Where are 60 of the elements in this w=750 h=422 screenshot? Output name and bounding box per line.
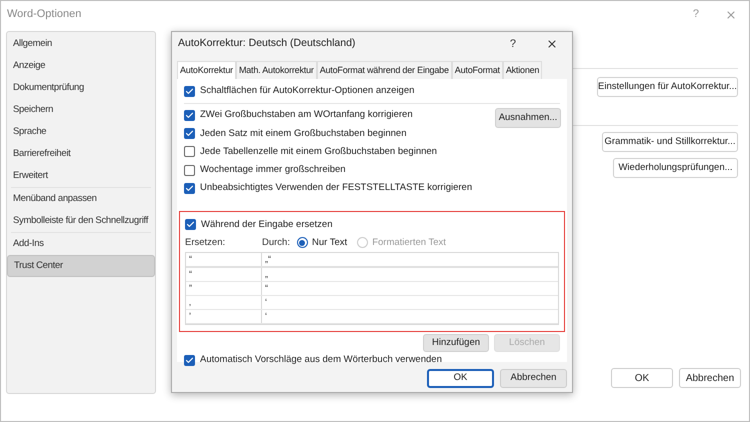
dialog-button[interactable]: Wiederholungsprüfungen... (613, 158, 738, 178)
table-cell: “ (186, 268, 262, 281)
sidebar-item[interactable]: Allgemein (7, 33, 155, 55)
tab[interactable]: Aktionen (502, 61, 542, 79)
sidebar-item[interactable]: Erweitert (7, 165, 155, 187)
radio-label: Nur Text (312, 236, 348, 250)
checkbox[interactable] (184, 182, 195, 194)
sidebar-item[interactable]: Symbolleiste für den Schnellzugriff (7, 210, 155, 232)
dialog-button[interactable]: OK (427, 369, 494, 388)
sidebar-item[interactable]: Menüband anpassen (7, 188, 155, 210)
checkbox[interactable] (184, 128, 195, 140)
checkbox-label: Jeden Satz mit einem Großbuchstaben beginnen (200, 126, 406, 140)
table-cell-text: “ (264, 282, 269, 295)
table-cell: ‚ (186, 296, 262, 309)
radio-label: Formatierten Text (372, 236, 446, 250)
replace-label: Ersetzen: (185, 236, 226, 250)
help-button[interactable]: ? (510, 36, 516, 52)
dialog-button[interactable]: Einstellungen für AutoKorrektur... (597, 77, 738, 97)
checkbox-label: Jede Tabellenzelle mit einem Großbuchstaben beginnen (200, 144, 437, 159)
checkbox-label: Automatisch Vorschläge aus dem Wörterbuch verwenden (200, 353, 442, 367)
tab[interactable]: AutoKorrektur (177, 61, 236, 79)
sidebar-item[interactable]: Dokumentprüfung (7, 77, 155, 99)
replace-input[interactable]: “ (186, 253, 262, 266)
dialog-title: AutoKorrektur: Deutsch (Deutschland) (178, 36, 356, 52)
checkbox-label: Unbeabsichtigtes Verwenden der FESTSTELLTASTE korrigieren (200, 181, 472, 196)
sidebar-item[interactable]: Sprache (7, 121, 155, 143)
footer-button[interactable]: OK (611, 368, 673, 388)
dialog-button[interactable]: Grammatik- und Stillkorrektur... (602, 132, 738, 152)
table-cell-text: „ (264, 268, 269, 281)
sidebar-item[interactable]: Barrierefreiheit (7, 143, 155, 165)
window-title: Word-Optionen (7, 7, 82, 22)
checkbox[interactable] (184, 164, 195, 176)
table-cell: ” (186, 282, 262, 295)
checkbox[interactable] (184, 146, 195, 158)
sidebar-item[interactable]: Trust Center (7, 255, 155, 277)
sidebar-item[interactable]: Speichern (7, 99, 155, 121)
close-icon[interactable] (546, 38, 558, 50)
checkbox-label: ZWei Großbuchstaben am WOrtanfang korrigieren (200, 108, 413, 122)
table-cell-text: ‘ (264, 310, 268, 323)
checkbox[interactable] (184, 110, 195, 121)
footer-button[interactable]: Abbrechen (679, 368, 741, 388)
checkbox[interactable] (185, 219, 196, 230)
checkbox[interactable] (184, 354, 195, 366)
checkbox[interactable] (184, 86, 195, 97)
tab[interactable]: AutoFormat (452, 61, 503, 79)
sidebar-item[interactable]: Anzeige (7, 55, 155, 77)
dialog-button[interactable]: Ausnahmen... (495, 108, 561, 128)
dialog-button[interactable]: Hinzufügen (423, 334, 489, 352)
with-label: Durch: (262, 236, 290, 250)
with-input[interactable]: „“ (262, 253, 558, 266)
sidebar-item[interactable]: Add-Ins (7, 233, 155, 255)
checkbox-label: Während der Eingabe ersetzen (201, 218, 332, 232)
checkbox-label: Wochentage immer großschreiben (200, 163, 346, 177)
tab[interactable]: AutoFormat während der Eingabe (316, 61, 452, 79)
checkbox-label: Schaltflächen für AutoKorrektur-Optionen anzeigen (200, 84, 414, 98)
dialog-button[interactable]: Abbrechen (500, 369, 567, 388)
tab[interactable]: Math. Autokorrektur (236, 61, 317, 79)
table-cell-text: ‘ (264, 296, 268, 309)
table-cell: ’ (186, 310, 262, 323)
radio-button[interactable] (296, 237, 308, 248)
